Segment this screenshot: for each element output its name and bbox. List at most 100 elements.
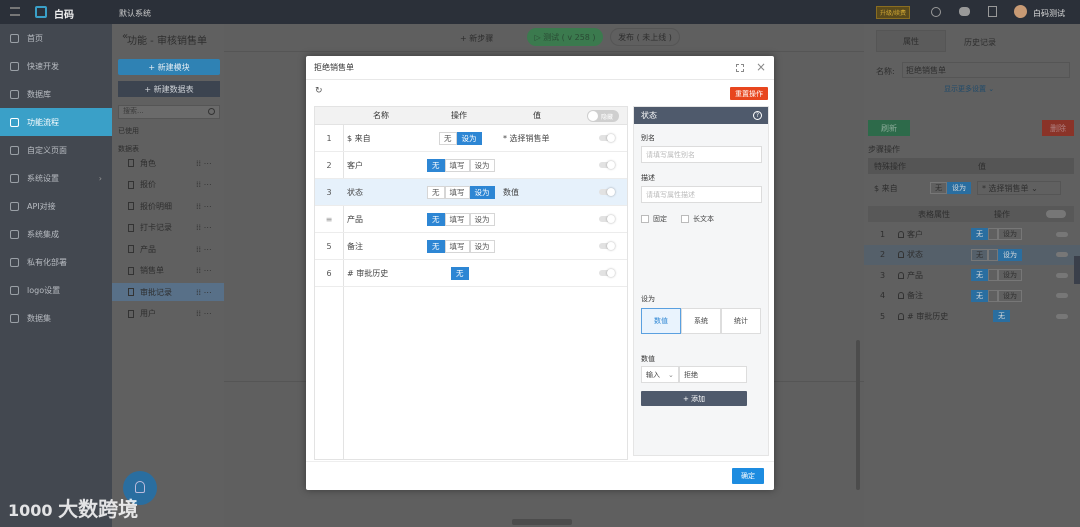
sidebar-item-database[interactable]: 数据库 <box>0 80 112 108</box>
seg-none[interactable]: 无 <box>439 131 457 145</box>
tab-history[interactable]: 历史记录 <box>964 37 996 48</box>
search-icon[interactable] <box>208 108 215 115</box>
user-name[interactable]: 白码测试 <box>1033 8 1065 19</box>
option-value[interactable]: 数值 <box>641 308 681 334</box>
field-row[interactable]: 2 客户 无填写 设为 <box>315 152 627 179</box>
reset-ops-button[interactable]: 重置操作 <box>730 87 768 100</box>
row-toggle[interactable] <box>1056 272 1068 278</box>
seg-fill[interactable]: 填写 <box>444 158 470 172</box>
add-value-button[interactable]: + 添加 <box>641 391 747 406</box>
more-icon[interactable]: ⁞⁞ ⋯ <box>196 266 212 275</box>
refresh-icon[interactable]: ↻ <box>315 86 323 96</box>
upgrade-badge[interactable]: 升级/续费 <box>876 6 911 19</box>
seg-none[interactable]: 无 <box>930 182 947 194</box>
field-row[interactable]: 6 # 审批历史 无 <box>315 260 627 287</box>
seg-set[interactable]: 设为 <box>469 212 495 226</box>
row-toggle[interactable] <box>599 242 615 250</box>
field-row[interactable]: 5 备注 无填写 设为 <box>315 233 627 260</box>
row-toggle[interactable] <box>599 161 615 169</box>
value-input[interactable]: 拒绝 <box>679 366 747 383</box>
seg-fill[interactable]: 填写 <box>444 239 470 253</box>
drag-handle-icon[interactable]: ≡ <box>315 215 343 224</box>
table-list-item[interactable]: 打卡记录 ⁞⁞ ⋯ <box>112 219 224 237</box>
table-list-item[interactable]: 审批记录 ⁞⁞ ⋯ <box>112 283 224 301</box>
seg-none[interactable]: 无 <box>971 248 988 261</box>
table-list-item[interactable]: 报价明细 ⁞⁞ ⋯ <box>112 197 224 215</box>
field-row[interactable]: 3 状态 无填写 设为 数值 <box>315 179 627 206</box>
form-attr-row[interactable]: 5 # 审批历史 无 <box>864 306 1080 326</box>
canvas-h-scrollbar[interactable] <box>512 519 572 525</box>
side-handle[interactable] <box>1074 256 1080 284</box>
form-attr-row[interactable]: 3 产品 无设为 <box>864 265 1080 285</box>
more-icon[interactable]: ⁞⁞ ⋯ <box>196 245 212 254</box>
close-icon[interactable]: × <box>756 60 766 74</box>
delete-button[interactable]: 删除 <box>1042 120 1074 136</box>
table-list-item[interactable]: 产品 ⁞⁞ ⋯ <box>112 240 224 258</box>
bug-icon[interactable] <box>959 7 970 16</box>
seg-set[interactable]: 设为 <box>456 131 482 145</box>
new-table-button[interactable]: + 新建数据表 <box>118 81 220 97</box>
row-toggle[interactable] <box>1056 231 1068 237</box>
avatar[interactable] <box>1014 5 1027 18</box>
table-list-item[interactable]: 销售单 ⁞⁞ ⋯ <box>112 262 224 280</box>
seg-none[interactable]: 无 <box>971 289 988 302</box>
desc-input[interactable]: 请填写属性描述 <box>641 186 762 203</box>
seg-none[interactable]: 无 <box>451 266 469 280</box>
seg-none[interactable]: 无 <box>427 185 445 199</box>
seg-fill[interactable]: 填写 <box>444 185 470 199</box>
expand-icon[interactable] <box>736 64 744 72</box>
row-toggle[interactable] <box>1056 252 1068 257</box>
seg-fill[interactable] <box>988 248 998 261</box>
form-attr-row[interactable]: 4 备注 无设为 <box>864 286 1080 306</box>
publish-button[interactable]: 发布 ( 未上线 ) <box>610 28 680 46</box>
field-row[interactable]: 1 $ 来自 无设为 * 选择销售单 <box>315 125 627 152</box>
table-list-item[interactable]: 用户 ⁞⁞ ⋯ <box>112 305 224 323</box>
seg-set[interactable]: 设为 <box>469 185 495 199</box>
form-attr-row[interactable]: 2 状态 无设为 <box>864 244 1080 265</box>
option-system[interactable]: 系统 <box>681 308 721 334</box>
help-icon[interactable]: ? <box>753 111 762 120</box>
option-stat[interactable]: 统计 <box>721 308 761 334</box>
source-select[interactable]: * 选择销售单 ⌄ <box>977 181 1061 195</box>
ok-button[interactable]: 确定 <box>732 468 764 484</box>
row-toggle[interactable] <box>599 215 615 223</box>
seg-fill[interactable]: 填写 <box>444 212 470 226</box>
menu-icon[interactable] <box>10 7 20 16</box>
form-attr-row[interactable]: 1 客户 无设为 <box>864 224 1080 244</box>
seg-none[interactable]: 无 <box>427 212 445 226</box>
row-toggle[interactable] <box>599 269 615 277</box>
seg-none[interactable]: 无 <box>993 310 1010 322</box>
more-icon[interactable]: ⁞⁞ ⋯ <box>196 288 212 297</box>
more-settings-link[interactable]: 显示更多设置 ⌄ <box>944 84 994 94</box>
alias-input[interactable]: 请填写属性别名 <box>641 146 762 163</box>
canvas-scrollbar[interactable] <box>856 340 860 490</box>
download-icon[interactable] <box>988 6 997 17</box>
seg-fill[interactable] <box>988 228 998 240</box>
seg-set[interactable]: 设为 <box>469 158 495 172</box>
sidebar-item-quick-dev[interactable]: 快速开发 <box>0 52 112 80</box>
refresh-button[interactable]: 刷新 <box>868 120 910 136</box>
seg-fill[interactable] <box>988 269 998 281</box>
seg-fill[interactable] <box>988 289 998 302</box>
seg-none[interactable]: 无 <box>427 158 445 172</box>
play-icon[interactable] <box>931 7 941 17</box>
longtext-checkbox[interactable]: 长文本 <box>681 214 714 224</box>
row-toggle[interactable] <box>599 134 615 142</box>
toggle[interactable] <box>1046 210 1066 218</box>
input-mode-select[interactable]: 输入 ⌄ <box>641 366 679 383</box>
test-button[interactable]: ▷ 测试 ( v 258 ) <box>527 28 603 46</box>
row-toggle[interactable] <box>1056 313 1068 319</box>
seg-set[interactable]: 设为 <box>998 248 1022 261</box>
sidebar-item-api[interactable]: API对接 <box>0 192 112 220</box>
sidebar-item-workflow[interactable]: 功能流程 <box>0 108 112 136</box>
row-toggle[interactable] <box>599 188 615 196</box>
step-name-input[interactable]: 拒绝销售单 <box>902 62 1070 78</box>
sidebar-item-settings[interactable]: 系统设置 › <box>0 164 112 192</box>
seg-set[interactable]: 设为 <box>947 182 971 194</box>
sidebar-item-integration[interactable]: 系统集成 <box>0 220 112 248</box>
new-module-button[interactable]: + 新建模块 <box>118 59 220 75</box>
sidebar-item-private-deploy[interactable]: 私有化部署 <box>0 248 112 276</box>
seg-set[interactable]: 设为 <box>998 228 1022 240</box>
seg-none[interactable]: 无 <box>427 239 445 253</box>
seg-none[interactable]: 无 <box>971 228 988 240</box>
